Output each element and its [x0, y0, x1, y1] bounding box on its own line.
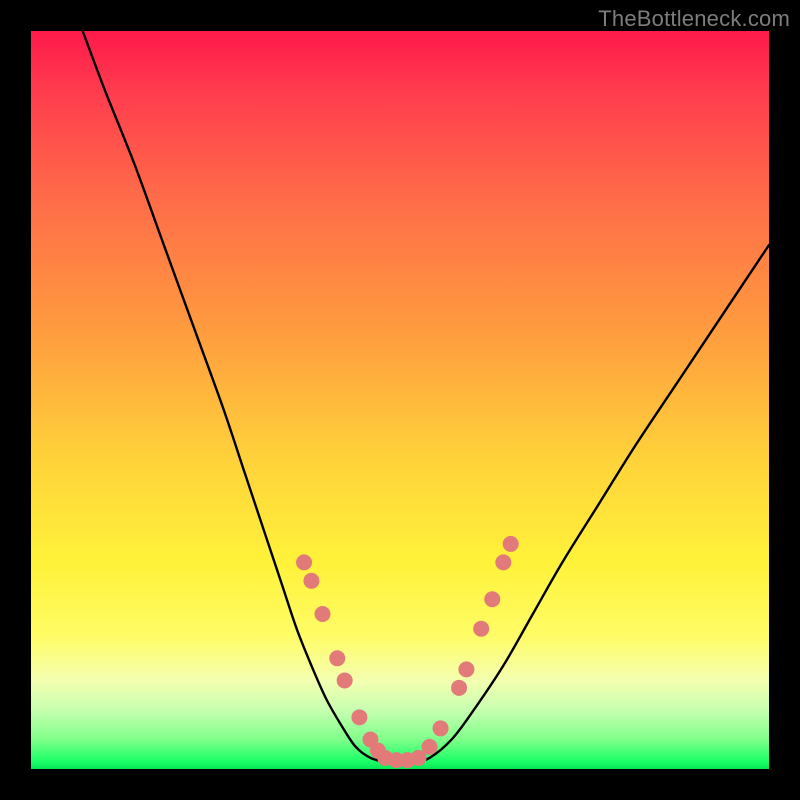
highlight-dot [503, 536, 519, 552]
highlight-dot [329, 650, 345, 666]
highlight-dot [458, 661, 474, 677]
highlight-dot [303, 573, 319, 589]
highlight-dot [451, 680, 467, 696]
watermark-text: TheBottleneck.com [598, 6, 790, 32]
plot-area [31, 31, 769, 769]
highlight-dot [315, 606, 331, 622]
highlight-dot [296, 554, 312, 570]
highlight-dot [422, 739, 438, 755]
highlight-dot [351, 709, 367, 725]
highlight-dot [484, 591, 500, 607]
highlight-dot [495, 554, 511, 570]
highlight-dot [337, 672, 353, 688]
highlight-dot [473, 621, 489, 637]
bottleneck-curve [83, 31, 769, 762]
chart-frame: TheBottleneck.com [0, 0, 800, 800]
highlight-dot [433, 720, 449, 736]
highlight-dots [296, 536, 519, 768]
curve-svg [31, 31, 769, 769]
